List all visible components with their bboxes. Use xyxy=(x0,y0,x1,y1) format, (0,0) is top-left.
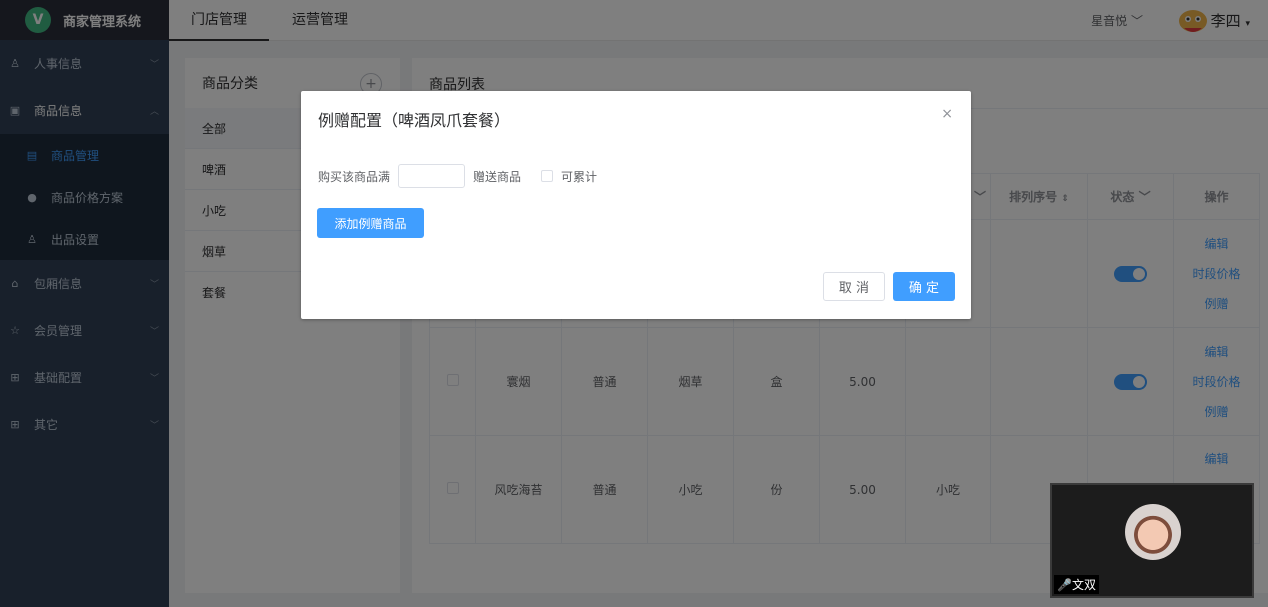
video-call-window[interactable]: 🎤文双 xyxy=(1050,483,1254,598)
gift-rule-row: 购买该商品满 赠送商品 可累计 xyxy=(318,164,597,188)
close-icon[interactable]: × xyxy=(941,106,953,122)
cumulative-checkbox[interactable]: 可累计 xyxy=(541,168,597,185)
participant-avatar xyxy=(1125,504,1181,560)
confirm-button[interactable]: 确 定 xyxy=(893,272,955,301)
gift-config-dialog: 例赠配置（啤酒凤爪套餐） × 购买该商品满 赠送商品 可累计 添加例赠商品 取 … xyxy=(301,91,971,319)
cancel-button[interactable]: 取 消 xyxy=(823,272,885,301)
dialog-title: 例赠配置（啤酒凤爪套餐） xyxy=(318,111,511,130)
checkbox-box xyxy=(541,170,554,182)
cumulative-label: 可累计 xyxy=(561,169,598,184)
buy-quantity-input[interactable] xyxy=(398,164,466,188)
microphone-icon: 🎤 xyxy=(1057,578,1072,592)
participant-name: 文双 xyxy=(1071,578,1096,592)
add-gift-product-button[interactable]: 添加例赠商品 xyxy=(317,208,424,238)
gift-label: 赠送商品 xyxy=(473,169,522,184)
buy-label: 购买该商品满 xyxy=(318,169,391,184)
participant-label: 🎤文双 xyxy=(1054,575,1099,594)
